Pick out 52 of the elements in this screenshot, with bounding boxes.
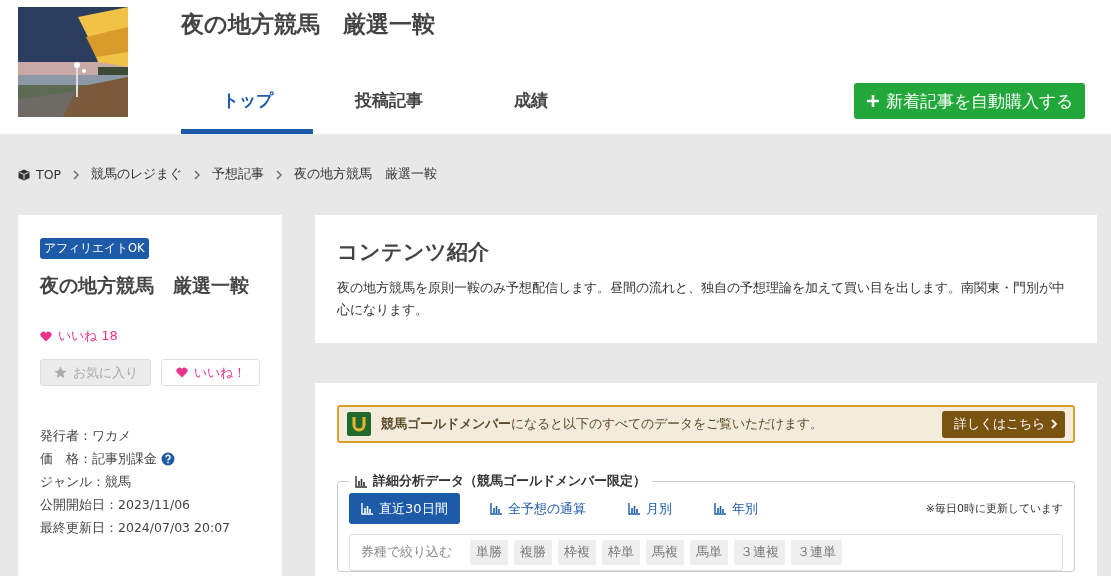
- heart-icon: [175, 367, 188, 378]
- plus-icon: [866, 94, 880, 108]
- update-note: ※毎日0時に更新しています: [925, 501, 1063, 516]
- help-icon[interactable]: [161, 451, 175, 466]
- meta-text: 公開開始日：2023/11/06: [40, 496, 191, 514]
- chevron-icon: [276, 169, 282, 180]
- magazine-title: 夜の地方競馬 厳選一鞍: [40, 273, 250, 298]
- period-tab[interactable]: 直近30日間: [349, 493, 460, 524]
- breadcrumb-link[interactable]: 夜の地方競馬 厳選一鞍: [294, 166, 437, 183]
- ticket-type-chip[interactable]: 枠複: [558, 540, 596, 565]
- nav-tab[interactable]: 成績: [465, 89, 597, 134]
- meta-text: 発行者：ワカメ: [40, 427, 131, 445]
- cube-icon: [18, 168, 30, 181]
- period-tab[interactable]: 年別: [695, 493, 770, 524]
- ticket-type-chip[interactable]: 馬複: [646, 540, 684, 565]
- heart-icon: [40, 330, 52, 342]
- period-tab[interactable]: 月別: [609, 493, 684, 524]
- panel-legend: 詳細分析データ（競馬ゴールドメンバー限定）: [373, 473, 646, 490]
- meta-text: 最終更新日：2024/07/03 20:07: [40, 519, 231, 537]
- ticket-type-chip[interactable]: 馬単: [690, 540, 728, 565]
- breadcrumb-link[interactable]: 予想記事: [212, 166, 264, 183]
- ticket-type-chip[interactable]: 枠単: [602, 540, 640, 565]
- star-icon: [53, 366, 67, 379]
- nav-tab[interactable]: トップ: [181, 89, 313, 134]
- chevron-icon: [73, 169, 79, 180]
- site-title: 夜の地方競馬 厳選一鞍: [181, 10, 436, 39]
- bar-chart-icon: [489, 502, 502, 515]
- intro-text: 夜の地方競馬を原則一鞍のみ予想配信します。昼間の流れと、独自の予想理論を加えて買い目を出します。南関東・門別が中心になります。: [337, 279, 1066, 319]
- bar-chart-icon: [713, 502, 726, 515]
- chevron-icon: [194, 169, 200, 180]
- bar-chart-icon: [361, 502, 373, 515]
- banner-text: 競馬ゴールドメンバーになると以下のすべてのデータをご覧いただけます。: [381, 415, 824, 433]
- filter-label: 券種で絞り込む: [361, 544, 452, 561]
- bar-chart-icon: [627, 502, 640, 515]
- like-button[interactable]: いいね！: [161, 359, 260, 386]
- breadcrumb-link[interactable]: 競馬のレジまぐ: [91, 166, 182, 183]
- details-button[interactable]: 詳しくはこちら: [942, 410, 1065, 438]
- breadcrumb-link[interactable]: TOP: [36, 167, 61, 182]
- nav-tab[interactable]: 投稿記事: [323, 89, 455, 134]
- meta-text: 価 格：記事別課金: [40, 450, 157, 468]
- horseshoe-icon: [347, 412, 371, 436]
- meta-text: ジャンル：競馬: [40, 473, 131, 491]
- ticket-type-chip[interactable]: ３連複: [734, 540, 785, 565]
- section-heading: コンテンツ紹介: [337, 239, 490, 266]
- period-tab[interactable]: 全予想の通算: [471, 493, 598, 524]
- like-count: いいね 18: [58, 327, 118, 345]
- chevron-icon: [1051, 419, 1057, 429]
- ticket-type-chip[interactable]: 単勝: [470, 540, 508, 565]
- ticket-type-chip[interactable]: ３連単: [791, 540, 842, 565]
- bar-chart-icon: [355, 475, 367, 488]
- ticket-type-chip[interactable]: 複勝: [514, 540, 552, 565]
- affiliate-badge: アフィリエイトOK: [40, 238, 149, 259]
